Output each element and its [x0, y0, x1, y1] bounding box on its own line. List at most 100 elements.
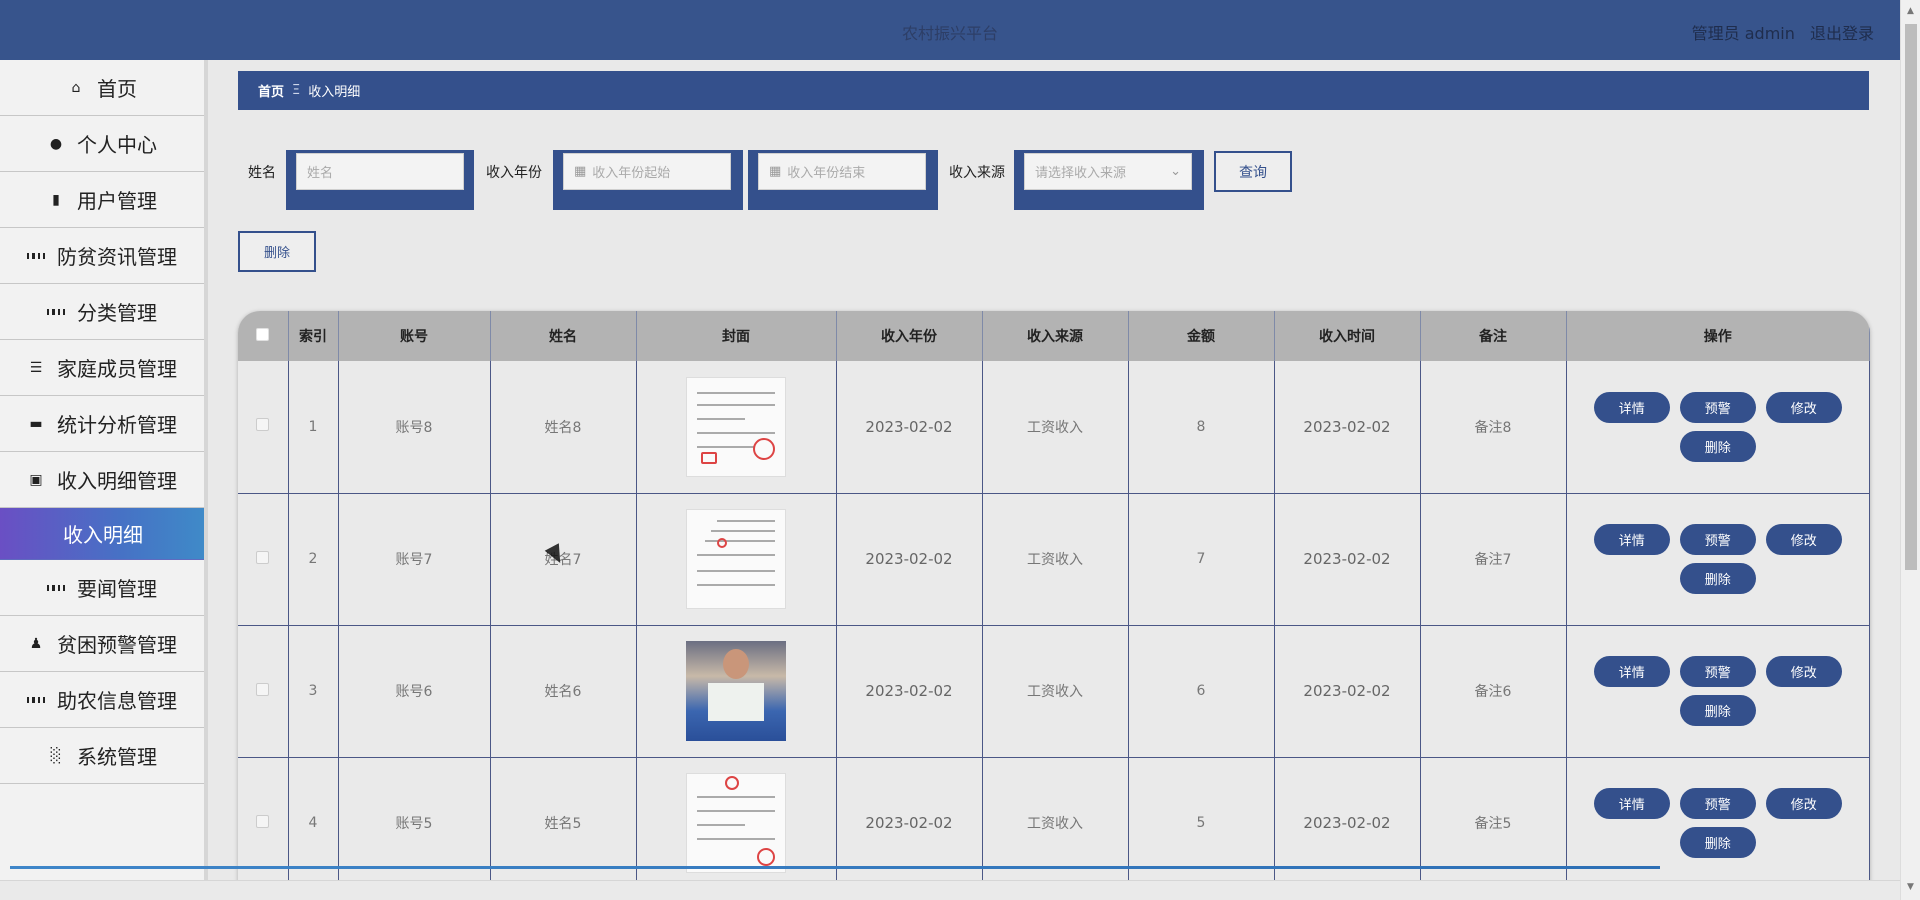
- scroll-thumb[interactable]: [1905, 24, 1917, 570]
- column-header: 封面: [636, 311, 837, 361]
- select-all-header: [238, 311, 289, 361]
- breadcrumb-home[interactable]: 首页: [258, 81, 284, 100]
- column-header: 收入来源: [982, 311, 1129, 361]
- detail-button[interactable]: 详情: [1593, 391, 1670, 423]
- warn-button[interactable]: 预警: [1679, 391, 1756, 423]
- select-all-checkbox[interactable]: [256, 327, 270, 341]
- breadcrumb-current: 收入明细: [308, 85, 361, 100]
- cover-image[interactable]: [686, 773, 786, 873]
- column-header: 操作: [1566, 311, 1870, 361]
- sidebar-item-news[interactable]: 要闻管理: [0, 560, 204, 616]
- year-end-input[interactable]: ▦ 收入年份结束: [758, 153, 926, 190]
- calendar-icon: ▦: [574, 164, 587, 179]
- edit-button[interactable]: 修改: [1765, 391, 1842, 423]
- remark-cell: 备注6: [1420, 625, 1567, 758]
- detail-button[interactable]: 详情: [1593, 656, 1670, 687]
- year-start-input[interactable]: ▦ 收入年份起始: [563, 153, 731, 190]
- year-start-placeholder: 收入年份起始: [592, 166, 671, 181]
- list-icon: ☰: [29, 359, 43, 376]
- sidebar-item-label: 首页: [97, 77, 137, 101]
- warn-button[interactable]: 预警: [1679, 656, 1756, 687]
- vertical-scrollbar[interactable]: ▲ ▼: [1900, 0, 1920, 900]
- sidebar-item-label: 分类管理: [77, 301, 157, 325]
- source-cell: 工资收入: [982, 493, 1129, 626]
- amount-cell: 6: [1128, 625, 1275, 758]
- name-input[interactable]: 姓名: [296, 153, 464, 190]
- warn-button[interactable]: 预警: [1679, 788, 1756, 819]
- sidebar-item-income-management[interactable]: ▣ 收入明细管理: [0, 452, 204, 508]
- name-cell: 姓名8: [490, 361, 637, 494]
- query-button[interactable]: 查询: [1214, 151, 1292, 192]
- cover-image[interactable]: [686, 509, 786, 609]
- sidebar-item-family-members[interactable]: ☰ 家庭成员管理: [0, 340, 204, 396]
- sidebar-item-label: 要闻管理: [77, 577, 157, 601]
- grid-icon: [47, 303, 65, 321]
- edit-button[interactable]: 修改: [1765, 524, 1842, 555]
- remark-cell: 备注7: [1420, 493, 1567, 626]
- row-checkbox[interactable]: [256, 682, 270, 696]
- row-delete-button[interactable]: 删除: [1679, 430, 1756, 462]
- sidebar-item-poverty-news[interactable]: 防贫资讯管理: [0, 228, 204, 284]
- grid-icon: [27, 691, 45, 709]
- table-row: 2 账号7 姓名7 2023-02-02 工资收入 7 2023-02-02 备…: [238, 493, 1870, 626]
- row-actions: 详情 预警 修改 删除: [1567, 656, 1870, 726]
- sidebar-item-system[interactable]: ░ 系统管理: [0, 728, 204, 784]
- row-checkbox[interactable]: [256, 418, 270, 432]
- scroll-up-icon[interactable]: ▲: [1907, 6, 1914, 16]
- ticket-icon: ▬: [29, 415, 43, 432]
- horizontal-scrollbar[interactable]: [0, 880, 1900, 900]
- breadcrumb: 首页 Ξ 收入明细: [238, 71, 1869, 110]
- index-cell: 1: [288, 361, 339, 494]
- source-cell: 工资收入: [982, 361, 1129, 494]
- time-cell: 2023-02-02: [1274, 625, 1421, 758]
- sidebar: ⌂ 首页 ● 个人中心 ▮ 用户管理 防贫资讯管理 分类管理 ☰ 家庭成员管理 …: [0, 60, 208, 900]
- delete-button[interactable]: 删除: [238, 231, 316, 272]
- income-table: 索引 账号 姓名 封面 收入年份 收入来源 金额 收入时间 备注 操作 1 账号…: [238, 311, 1870, 900]
- edit-button[interactable]: 修改: [1765, 788, 1842, 819]
- logout-link[interactable]: 退出登录: [1810, 24, 1874, 43]
- sidebar-item-poverty-warning[interactable]: ♟ 贫困预警管理: [0, 616, 204, 672]
- amount-cell: 5: [1128, 757, 1275, 890]
- row-checkbox[interactable]: [256, 550, 270, 564]
- row-actions: 详情 预警 修改 删除: [1567, 524, 1870, 594]
- source-placeholder: 请选择收入来源: [1035, 166, 1127, 181]
- column-header: 账号: [338, 311, 491, 361]
- source-cell: 工资收入: [982, 757, 1129, 890]
- column-header: 姓名: [490, 311, 637, 361]
- row-delete-button[interactable]: 删除: [1679, 563, 1756, 594]
- table-row: 4 账号5 姓名5 2023-02-02 工资收入 5 2023-02-02 备…: [238, 757, 1870, 890]
- cover-image[interactable]: [686, 641, 786, 741]
- sidebar-item-farm-aid[interactable]: 助农信息管理: [0, 672, 204, 728]
- row-delete-button[interactable]: 删除: [1679, 695, 1756, 726]
- sidebar-item-category[interactable]: 分类管理: [0, 284, 204, 340]
- name-field-wrap: 姓名: [286, 150, 474, 210]
- sidebar-item-personal-center[interactable]: ● 个人中心: [0, 116, 204, 172]
- index-cell: 3: [288, 625, 339, 758]
- column-header: 金额: [1128, 311, 1275, 361]
- account-cell: 账号8: [338, 361, 491, 494]
- detail-button[interactable]: 详情: [1593, 788, 1670, 819]
- top-header: 农村振兴平台 管理员 admin 退出登录: [0, 0, 1900, 60]
- name-label: 姓名: [248, 165, 276, 181]
- sidebar-item-income-detail[interactable]: 收入明细: [0, 508, 204, 560]
- detail-button[interactable]: 详情: [1593, 524, 1670, 555]
- sidebar-item-home[interactable]: ⌂ 首页: [0, 60, 204, 116]
- row-delete-button[interactable]: 删除: [1679, 827, 1756, 858]
- edit-button[interactable]: 修改: [1765, 656, 1842, 687]
- sidebar-item-label: 助农信息管理: [57, 689, 177, 713]
- year-cell: 2023-02-02: [836, 757, 983, 890]
- source-select-wrap: 请选择收入来源 ⌄: [1014, 150, 1204, 210]
- breadcrumb-separator: Ξ: [292, 83, 301, 98]
- account-cell: 账号5: [338, 757, 491, 890]
- year-cell: 2023-02-02: [836, 493, 983, 626]
- progress-line: [10, 866, 1660, 869]
- warn-button[interactable]: 预警: [1679, 524, 1756, 555]
- cover-image[interactable]: [686, 376, 786, 477]
- sidebar-item-statistics[interactable]: ▬ 统计分析管理: [0, 396, 204, 452]
- source-select[interactable]: 请选择收入来源 ⌄: [1024, 153, 1192, 190]
- column-header: 索引: [288, 311, 339, 361]
- search-bar: 姓名 姓名 收入年份 ▦ 收入年份起始 ▦ 收入年份结束 收入来源 请选择收入来…: [238, 150, 1338, 212]
- row-checkbox[interactable]: [256, 814, 270, 828]
- scroll-down-icon[interactable]: ▼: [1907, 882, 1914, 892]
- sidebar-item-user-management[interactable]: ▮ 用户管理: [0, 172, 204, 228]
